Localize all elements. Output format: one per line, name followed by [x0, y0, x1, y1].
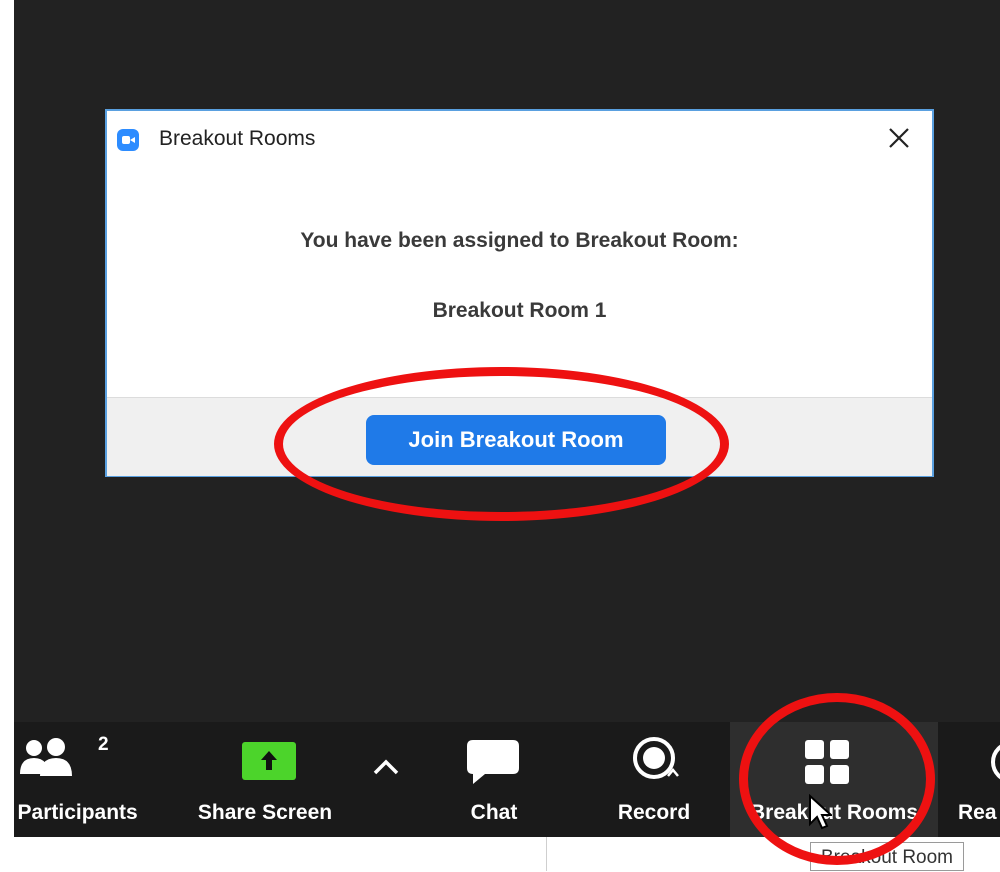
- participants-count: 2: [98, 734, 109, 755]
- reactions-button[interactable]: Rea: [952, 722, 1000, 837]
- annotation-circle-breakout: [739, 693, 935, 865]
- strip-divider: [546, 837, 547, 871]
- dialog-titlebar: Breakout Rooms: [107, 111, 932, 167]
- annotation-circle-join: [274, 367, 729, 521]
- assignment-message: You have been assigned to Breakout Room:: [300, 229, 739, 252]
- chat-label: Chat: [470, 801, 518, 824]
- participants-icon: [20, 738, 72, 776]
- share-screen-icon: [242, 742, 296, 780]
- zoom-logo-icon: [117, 129, 139, 151]
- participants-label: e Participants: [0, 801, 138, 824]
- share-options-button[interactable]: [358, 722, 413, 837]
- record-label: Record: [617, 801, 691, 824]
- record-icon: [633, 737, 679, 779]
- dialog-title: Breakout Rooms: [159, 127, 316, 150]
- share-screen-button[interactable]: Share Screen: [190, 722, 340, 837]
- close-icon[interactable]: [884, 123, 914, 153]
- chevron-up-icon: [373, 759, 399, 775]
- chat-button[interactable]: Chat: [454, 722, 534, 837]
- record-button[interactable]: Record: [604, 722, 704, 837]
- participants-button[interactable]: 2 e Participants: [0, 722, 180, 837]
- chat-icon: [467, 740, 519, 784]
- reactions-label: Rea: [958, 801, 997, 824]
- assigned-room-name: Breakout Room 1: [432, 299, 607, 322]
- reactions-icon: [991, 744, 1000, 780]
- share-screen-label: Share Screen: [197, 801, 333, 824]
